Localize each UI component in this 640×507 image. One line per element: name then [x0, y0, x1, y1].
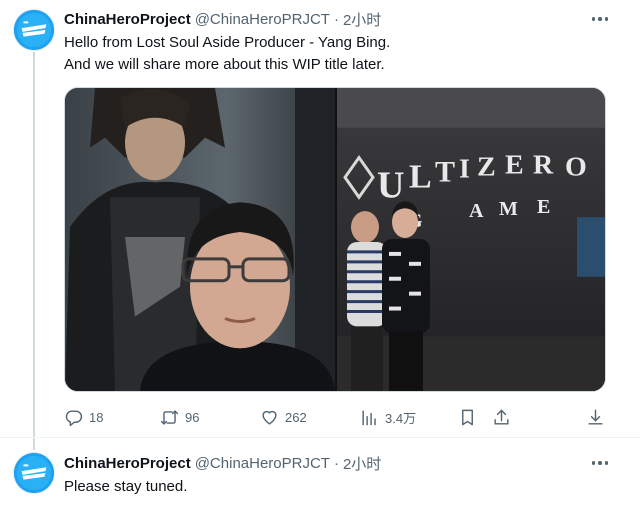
views-count: 3.4万	[385, 410, 417, 426]
reply-count: 18	[89, 409, 104, 425]
reply-text: Please stay tuned.	[64, 478, 188, 495]
like-button[interactable]: 262	[260, 405, 307, 429]
share-icon	[494, 409, 509, 425]
retweet-button[interactable]: 96	[160, 405, 199, 429]
thread-connector-line	[33, 52, 35, 450]
share-button[interactable]	[492, 405, 511, 429]
svg-text:T: T	[435, 155, 455, 188]
svg-text:U: U	[377, 164, 404, 206]
tweet-divider	[0, 437, 640, 438]
download-icon	[588, 409, 603, 425]
like-count: 262	[285, 409, 307, 425]
avatar[interactable]	[13, 452, 55, 494]
heart-icon	[262, 410, 277, 425]
author-name[interactable]: ChinaHeroProject	[64, 455, 191, 472]
separator-dot: ·	[333, 454, 339, 472]
tweet-text: Hello from Lost Soul Aside Producer - Ya…	[64, 32, 390, 76]
svg-text:A: A	[469, 200, 484, 222]
reply-header: ChinaHeroProject @ChinaHeroPRJCT · 2小时	[64, 453, 381, 473]
photo-producer-with-character[interactable]	[65, 88, 335, 391]
svg-text:E: E	[505, 150, 524, 181]
author-name[interactable]: ChinaHeroProject	[64, 11, 191, 28]
avatar[interactable]	[13, 9, 55, 51]
author-handle[interactable]: @ChinaHeroPRJCT	[195, 11, 330, 28]
retweet-count: 96	[185, 409, 200, 425]
svg-text:Z: Z	[477, 152, 496, 183]
more-icon[interactable]	[588, 9, 612, 29]
bookmark-icon	[462, 409, 473, 425]
svg-text:L: L	[409, 158, 432, 195]
views-icon	[362, 409, 376, 425]
timestamp[interactable]: 2小时	[343, 9, 381, 30]
retweet-icon	[160, 409, 179, 425]
bookmark-button[interactable]	[458, 405, 477, 429]
download-button[interactable]	[586, 405, 605, 429]
tweet-actions: 18 96 262 3.4万	[64, 405, 606, 429]
china-hero-logo	[14, 453, 54, 493]
views-button[interactable]: 3.4万	[360, 405, 416, 429]
separator-dot: ·	[333, 10, 339, 28]
reply-icon	[65, 409, 83, 426]
svg-text:M: M	[499, 198, 518, 220]
svg-text:R: R	[533, 150, 554, 181]
tweet-header: ChinaHeroProject @ChinaHeroPRJCT · 2小时	[64, 9, 381, 29]
reply-button[interactable]: 18	[64, 405, 103, 429]
timestamp[interactable]: 2小时	[343, 453, 381, 474]
svg-text:E: E	[537, 196, 550, 218]
tweet-text-line: Hello from Lost Soul Aside Producer - Ya…	[64, 34, 391, 51]
tweet-media: U L T I Z E R O G A M E	[64, 87, 606, 392]
svg-text:I: I	[459, 153, 470, 184]
author-handle[interactable]: @ChinaHeroPRJCT	[195, 455, 330, 472]
china-hero-logo	[14, 10, 54, 50]
tweet-text-line: And we will share more about this WIP ti…	[64, 56, 385, 73]
more-icon[interactable]	[588, 453, 612, 473]
svg-text:O: O	[565, 152, 587, 183]
photo-ultizero-office[interactable]: U L T I Z E R O G A M E	[337, 88, 605, 391]
